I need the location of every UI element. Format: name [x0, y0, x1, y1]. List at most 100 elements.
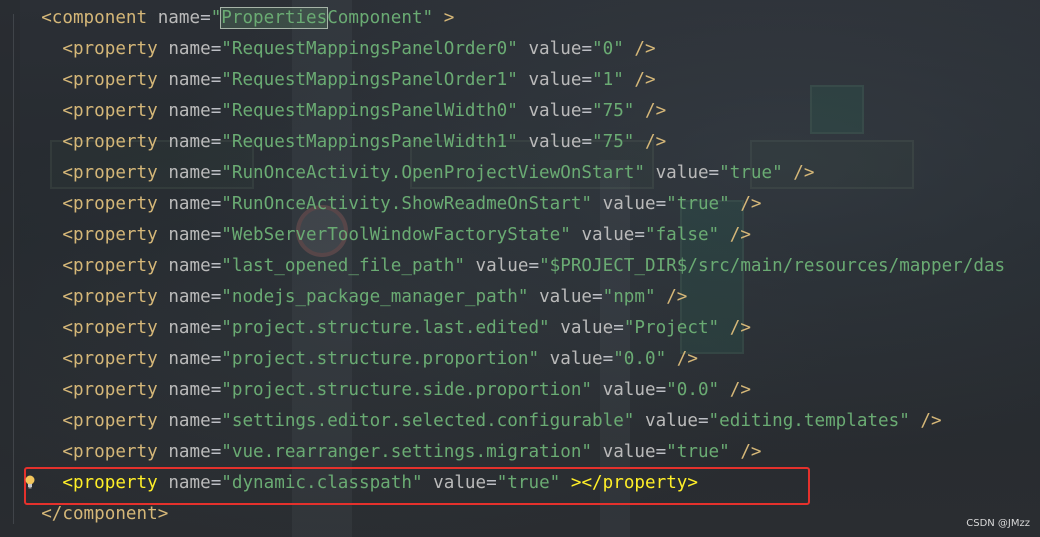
code-line[interactable]: <property name="RequestMappingsPanelOrde…: [20, 65, 655, 96]
attribute-name: value: [655, 163, 709, 183]
tag-open-bracket: </: [41, 504, 63, 524]
tag-open-bracket: <: [62, 39, 73, 59]
tag-name: property: [72, 194, 158, 214]
code-line[interactable]: <property name="WebServerToolWindowFacto…: [20, 220, 751, 251]
attribute-value: "0": [592, 39, 624, 59]
attribute-value: "npm": [602, 287, 656, 307]
code-line[interactable]: <property name="RequestMappingsPanelWidt…: [20, 96, 666, 127]
attribute-value: "RequestMappingsPanelOrder0": [221, 39, 518, 59]
tag-open-bracket: <: [62, 256, 73, 276]
attribute-value: "RequestMappingsPanelWidth1": [221, 132, 518, 152]
lightbulb-icon[interactable]: [25, 475, 35, 489]
tag-name: property: [72, 411, 158, 431]
attribute-value: "project.structure.proportion": [221, 349, 540, 369]
attribute-value: "Project": [623, 318, 720, 338]
code-line[interactable]: <property name="nodejs_package_manager_p…: [20, 282, 687, 313]
code-line[interactable]: <property name="RequestMappingsPanelOrde…: [20, 34, 656, 65]
tag-open-bracket: <: [62, 194, 73, 214]
tag-open-bracket: <: [62, 411, 73, 431]
selection-highlight-box: [24, 467, 810, 505]
tag-open-bracket: <: [62, 287, 73, 307]
tag-close: />: [645, 132, 667, 152]
tag-close: />: [729, 380, 751, 400]
code-editor[interactable]: <component name="PropertiesComponent" > …: [0, 0, 1040, 537]
tag-close: />: [920, 411, 942, 431]
attribute-value: "WebServerToolWindowFactoryState": [221, 225, 571, 245]
tag-close: />: [740, 194, 762, 214]
tag-name: property: [72, 163, 158, 183]
attribute-value: "editing.templates": [708, 411, 910, 431]
tag-close: />: [793, 163, 815, 183]
tag-name: property: [72, 256, 158, 276]
attribute-name: name: [157, 8, 201, 28]
attribute-name: value: [581, 225, 635, 245]
attribute-value: "true": [666, 442, 730, 462]
attribute-name: value: [602, 442, 656, 462]
tag-open-bracket: <: [62, 163, 73, 183]
attribute-name: value: [602, 194, 656, 214]
attribute-name: name: [168, 411, 211, 431]
tag-name: property: [72, 39, 158, 59]
code-line[interactable]: <property name="project.structure.propor…: [20, 344, 698, 375]
attribute-value: "vue.rearranger.settings.migration": [221, 442, 593, 462]
code-line[interactable]: <property name="settings.editor.selected…: [20, 406, 942, 437]
code-line[interactable]: <property name="RunOnceActivity.OpenProj…: [20, 158, 814, 189]
attribute-value: "project.structure.last.edited": [221, 318, 550, 338]
attribute-value: "true": [719, 163, 783, 183]
code-line[interactable]: <property name="project.structure.last.e…: [20, 313, 751, 344]
tag-name: property: [72, 318, 158, 338]
attribute-name: name: [168, 318, 211, 338]
code-line[interactable]: <property name="vue.rearranger.settings.…: [20, 437, 761, 468]
tag-close: />: [729, 318, 751, 338]
attribute-name: name: [168, 101, 211, 121]
attribute-name: value: [602, 380, 656, 400]
tag-close: />: [634, 39, 656, 59]
attribute-name: name: [168, 442, 211, 462]
watermark-text: CSDN @JMzz: [966, 518, 1030, 529]
code-line[interactable]: <property name="last_opened_file_path" v…: [20, 251, 1005, 282]
attribute-name: name: [168, 225, 211, 245]
tag-name: property: [72, 101, 158, 121]
code-line[interactable]: <property name="RequestMappingsPanelWidt…: [20, 127, 666, 158]
attribute-name: value: [528, 39, 582, 59]
attribute-name: name: [168, 132, 211, 152]
attribute-value: "true": [666, 194, 730, 214]
editor-gutter: [0, 0, 20, 537]
tag-open-bracket: <: [62, 442, 73, 462]
code-line[interactable]: <property name="project.structure.side.p…: [20, 375, 751, 406]
tag-close: >: [443, 8, 455, 28]
tag-close: />: [645, 101, 667, 121]
tag-open-bracket: <: [62, 225, 73, 245]
tag-open-bracket: <: [62, 101, 73, 121]
attribute-name: name: [168, 70, 211, 90]
tag-open-bracket: <: [62, 70, 73, 90]
code-line[interactable]: <component name="PropertiesComponent" >: [20, 3, 454, 34]
attribute-name: value: [539, 287, 593, 307]
attribute-value: "75": [592, 132, 635, 152]
tag-name: property: [72, 287, 158, 307]
attribute-value: "1": [592, 70, 624, 90]
attribute-name: name: [168, 349, 211, 369]
tag-name: property: [72, 380, 158, 400]
attribute-name: value: [644, 411, 698, 431]
attribute-name: value: [528, 132, 582, 152]
attribute-value: "RunOnceActivity.OpenProjectViewOnStart": [221, 163, 645, 183]
attribute-value: "RunOnceActivity.ShowReadmeOnStart": [221, 194, 593, 214]
attribute-name: name: [168, 163, 211, 183]
attribute-name: value: [549, 349, 603, 369]
code-line[interactable]: <property name="RunOnceActivity.ShowRead…: [20, 189, 762, 220]
tag-name: property: [72, 132, 158, 152]
tag-close: />: [666, 287, 688, 307]
attribute-name: value: [528, 101, 582, 121]
attribute-value: "RequestMappingsPanelOrder1": [221, 70, 518, 90]
